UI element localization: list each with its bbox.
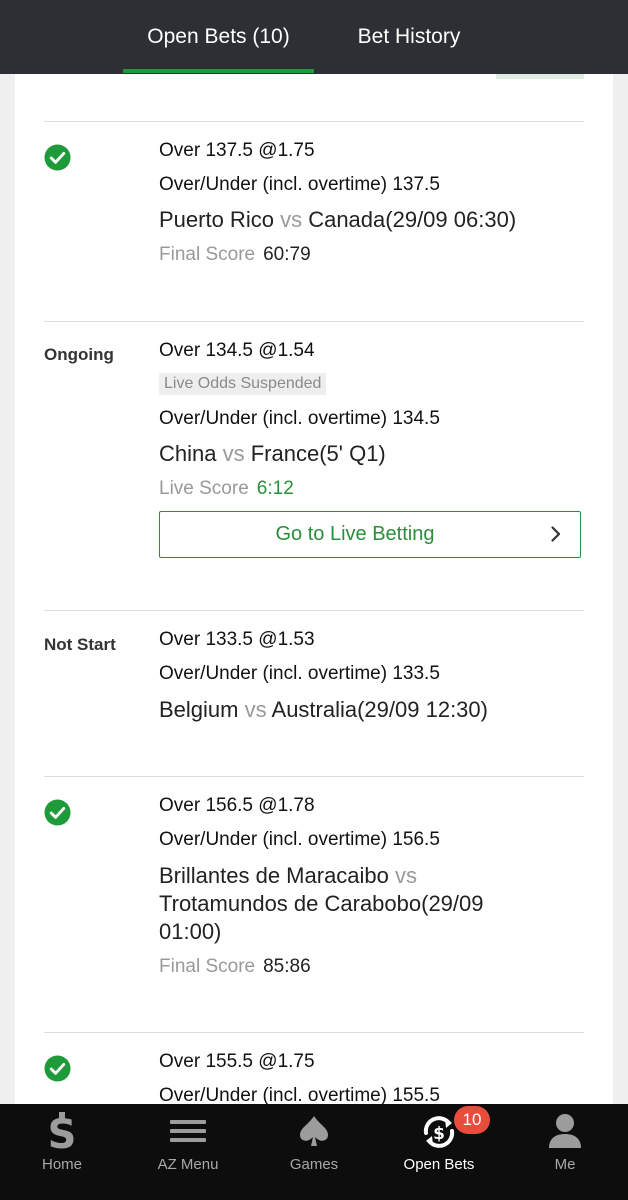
- team-away: Canada(29/09 06:30): [308, 207, 517, 232]
- team-home: China: [159, 441, 217, 466]
- nav-home[interactable]: S Home: [22, 1104, 102, 1200]
- team-away: Australia(29/09 12:30): [271, 697, 488, 722]
- bet-market: Over/Under (incl. overtime) 137.5: [159, 174, 440, 195]
- team-away-line2: 01:00): [159, 919, 222, 944]
- bet-selection: Over 133.5 @1.53: [159, 629, 315, 650]
- nav-label: Open Bets: [403, 1156, 475, 1173]
- bet-market: Over/Under (incl. overtime) 156.5: [159, 829, 440, 850]
- dollar-s-icon: S: [48, 1112, 76, 1152]
- check-circle-icon: [44, 799, 71, 826]
- partial-element: [496, 74, 584, 79]
- top-tab-bar: Open Bets (10) Bet History: [0, 0, 628, 74]
- bottom-navigation: S Home AZ Menu Games $ Open Bets Me: [0, 1104, 628, 1200]
- live-score-value: 6:12: [256, 478, 294, 499]
- vs-label: vs: [222, 441, 245, 466]
- team-home: Brillantes de Maracaibo: [159, 863, 389, 888]
- bet-status-label: Ongoing: [44, 345, 114, 364]
- divider: [44, 776, 584, 777]
- nav-me[interactable]: Me: [525, 1104, 605, 1200]
- nav-label: AZ Menu: [157, 1156, 219, 1173]
- bet-status-label: Not Start: [44, 635, 116, 654]
- check-circle-icon: [44, 144, 71, 171]
- nav-label: Home: [41, 1156, 82, 1173]
- divider: [44, 321, 584, 322]
- vs-label: vs: [395, 863, 418, 888]
- score-line: Final Score 60:79: [159, 244, 311, 266]
- hamburger-menu-icon: [170, 1120, 206, 1142]
- cycle-dollar-icon: $: [423, 1116, 455, 1148]
- check-circle-icon: [44, 1055, 71, 1082]
- tab-open-bets[interactable]: Open Bets (10): [123, 0, 314, 74]
- bet-selection: Over 137.5 @1.75: [159, 140, 315, 161]
- score-line: Live Score 6:12: [159, 478, 294, 500]
- bet-market: Over/Under (incl. overtime) 133.5: [159, 663, 440, 684]
- bet-match: Puerto Rico vs Canada(29/09 06:30): [159, 206, 516, 234]
- vs-label: vs: [244, 697, 267, 722]
- bet-market: Over/Under (incl. overtime) 134.5: [159, 408, 440, 429]
- button-label: Go to Live Betting: [275, 522, 435, 545]
- score-label: Final Score: [159, 244, 256, 265]
- nav-label: Games: [289, 1156, 339, 1173]
- bet-market: Over/Under (incl. overtime) 155.5: [159, 1085, 440, 1104]
- bet-selection: Over 156.5 @1.78: [159, 795, 315, 816]
- score-value: 60:79: [263, 244, 311, 265]
- divider: [44, 1032, 584, 1033]
- bet-match: Belgium vs Australia(29/09 12:30): [159, 696, 488, 724]
- team-away: France(5' Q1): [250, 441, 386, 466]
- team-home: Puerto Rico: [159, 207, 274, 232]
- score-line: Final Score 85:86: [159, 956, 311, 978]
- score-label: Final Score: [159, 956, 256, 977]
- bet-match: Brillantes de Maracaibo vs: [159, 862, 417, 890]
- open-bets-count-badge: 10: [454, 1106, 490, 1134]
- spade-icon: [300, 1116, 328, 1146]
- odds-suspended-badge: Live Odds Suspended: [159, 373, 327, 395]
- vs-label: vs: [280, 207, 303, 232]
- bet-selection: Over 134.5 @1.54: [159, 340, 315, 361]
- nav-games[interactable]: Games: [274, 1104, 354, 1200]
- score-label: Live Score: [159, 478, 249, 499]
- svg-text:$: $: [433, 1124, 445, 1144]
- tab-bet-history[interactable]: Bet History: [330, 0, 488, 74]
- divider: [44, 121, 584, 122]
- nav-az-menu[interactable]: AZ Menu: [138, 1104, 238, 1200]
- nav-label: Me: [554, 1156, 576, 1173]
- score-value: 85:86: [263, 956, 311, 977]
- user-icon: [549, 1114, 581, 1148]
- team-away-line1: Trotamundos de Carabobo(29/09: [159, 891, 484, 916]
- active-tab-indicator: [123, 69, 314, 73]
- go-to-live-betting-button[interactable]: Go to Live Betting: [159, 511, 581, 558]
- open-bets-list[interactable]: Over 137.5 @1.75 Over/Under (incl. overt…: [15, 74, 613, 1104]
- chevron-right-icon: [551, 526, 561, 542]
- team-home: Belgium: [159, 697, 239, 722]
- bet-match: China vs France(5' Q1): [159, 440, 386, 468]
- bet-selection: Over 155.5 @1.75: [159, 1051, 315, 1072]
- divider: [44, 610, 584, 611]
